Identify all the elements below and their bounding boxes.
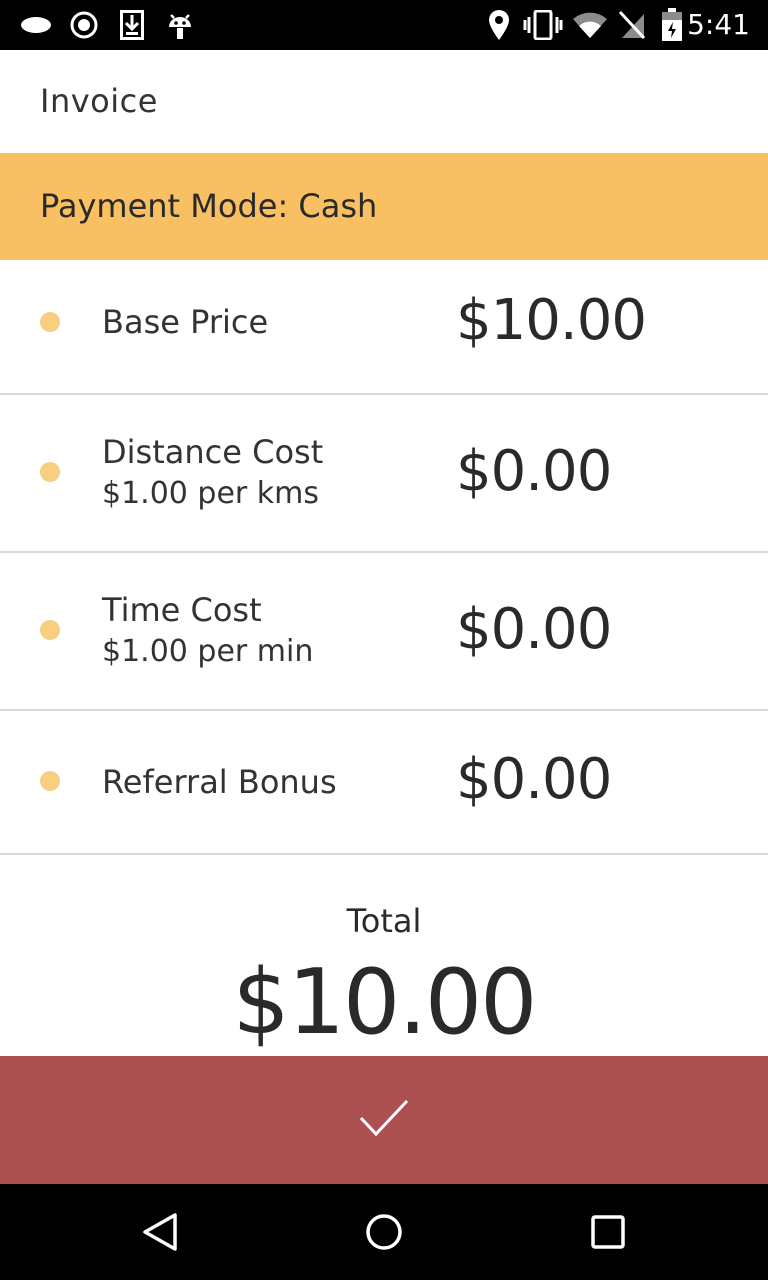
item-amount: $0.00 (456, 747, 612, 812)
item-rate: $1.00 per kms (102, 476, 320, 511)
bullet-dot-icon (40, 771, 60, 791)
wifi-icon (572, 0, 608, 50)
item-amount: $0.00 (456, 597, 612, 662)
invoice-row-time-cost: Time Cost $1.00 per min $0.00 (0, 553, 768, 711)
item-amount: $10.00 (456, 288, 647, 353)
item-name: Time Cost $1.00 per min (102, 589, 313, 673)
android-icon (164, 0, 196, 50)
back-icon[interactable] (112, 1184, 208, 1280)
record-icon (66, 0, 102, 50)
total-label: Total (346, 902, 422, 940)
item-name: Base Price (102, 303, 269, 341)
item-amount: $0.00 (456, 439, 612, 504)
payment-mode-banner: Payment Mode: Cash (0, 153, 768, 260)
checkmark-icon (358, 1098, 410, 1143)
home-icon[interactable] (336, 1184, 432, 1280)
notification-oval-icon (18, 0, 54, 50)
system-nav-bar (0, 1184, 768, 1280)
item-name: Distance Cost $1.00 per kms (102, 431, 323, 515)
invoice-row-referral-bonus: Referral Bonus $0.00 (0, 711, 768, 855)
item-name: Referral Bonus (102, 763, 337, 801)
bullet-dot-icon (40, 462, 60, 482)
payment-mode-label: Payment Mode: Cash (40, 187, 378, 225)
item-title: Time Cost (102, 591, 262, 629)
no-sim-icon (616, 0, 648, 50)
confirm-button[interactable] (0, 1056, 768, 1184)
vibrate-icon (522, 0, 564, 50)
item-rate: $1.00 per min (102, 634, 314, 669)
invoice-row-base-price: Base Price $10.00 (0, 260, 768, 395)
location-icon (484, 0, 514, 50)
status-bar: 5:41 (0, 0, 768, 50)
status-time: 5:41 (687, 8, 750, 41)
recents-icon[interactable] (560, 1184, 656, 1280)
bullet-dot-icon (40, 312, 60, 332)
app-header: Invoice (0, 50, 768, 153)
invoice-row-distance-cost: Distance Cost $1.00 per kms $0.00 (0, 395, 768, 553)
battery-icon (658, 0, 686, 50)
total-value: $10.00 (232, 950, 538, 1055)
page-title: Invoice (40, 82, 158, 120)
download-icon (116, 0, 148, 50)
item-title: Distance Cost (102, 433, 324, 471)
bullet-dot-icon (40, 620, 60, 640)
